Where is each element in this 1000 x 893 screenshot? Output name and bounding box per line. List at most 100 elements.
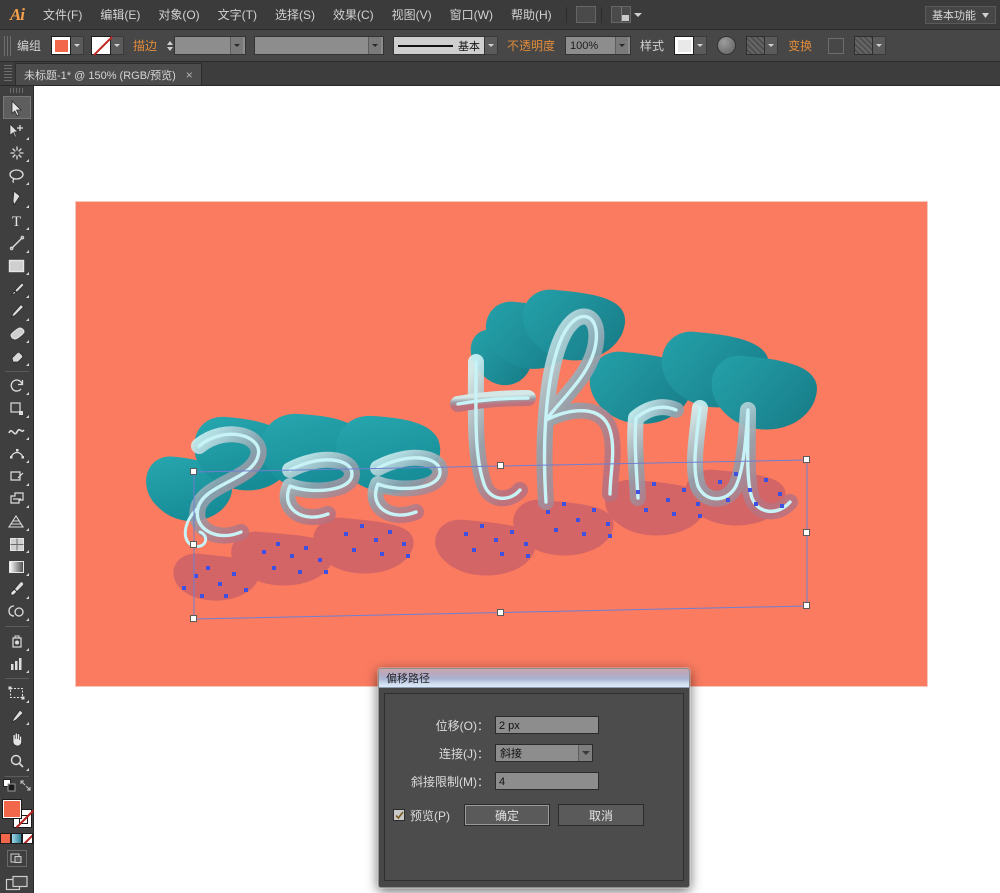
- offset-row: 位移(O)： 2 px: [385, 716, 667, 734]
- stroke-weight-stepper[interactable]: [167, 40, 174, 51]
- recolor-chevron-down-icon[interactable]: [765, 36, 779, 55]
- tab-bar-grip[interactable]: [4, 65, 12, 83]
- rectangle-tool[interactable]: [3, 255, 31, 278]
- fill-indicator[interactable]: [1, 799, 22, 820]
- shape-builder-tool[interactable]: [3, 488, 31, 511]
- eyedropper-tool[interactable]: [3, 578, 31, 601]
- stroke-chevron-down-icon[interactable]: [111, 36, 125, 55]
- menu-object[interactable]: 对象(O): [149, 0, 208, 30]
- slice-tool[interactable]: [3, 705, 31, 728]
- menu-effect[interactable]: 效果(C): [324, 0, 383, 30]
- pen-tool[interactable]: [3, 187, 31, 210]
- lasso-tool[interactable]: [3, 164, 31, 187]
- menu-window[interactable]: 窗口(W): [441, 0, 502, 30]
- free-transform-tool[interactable]: [3, 465, 31, 488]
- scale-tool[interactable]: [3, 397, 31, 420]
- line-segment-tool[interactable]: [3, 232, 31, 255]
- document-tab[interactable]: 未标题-1* @ 150% (RGB/预览) ×: [15, 63, 202, 85]
- offset-path-dialog[interactable]: 偏移路径 位移(O)： 2 px 连接(J)： 斜接 斜接限制(M)： 4 预览…: [378, 668, 690, 888]
- more-options-icon[interactable]: [854, 36, 874, 55]
- warp-tool[interactable]: [3, 442, 31, 465]
- svg-text:T: T: [12, 214, 21, 229]
- perspective-grid-tool[interactable]: [3, 510, 31, 533]
- more-chevron-down-icon[interactable]: [873, 36, 887, 55]
- rotate-tool[interactable]: [3, 375, 31, 398]
- tools-divider-4: [4, 775, 29, 777]
- magic-wand-tool[interactable]: [3, 142, 31, 165]
- menu-help[interactable]: 帮助(H): [502, 0, 561, 30]
- stroke-weight-combo[interactable]: [174, 36, 247, 55]
- align-icon[interactable]: [828, 37, 845, 54]
- artboard-tool[interactable]: [3, 682, 31, 705]
- style-chevron-down-icon[interactable]: [694, 36, 708, 55]
- width-tool[interactable]: [3, 420, 31, 443]
- stroke-weight-chevron-down-icon[interactable]: [230, 37, 244, 54]
- selection-tool[interactable]: [2, 96, 31, 120]
- direct-selection-tool[interactable]: [3, 119, 31, 142]
- dialog-title-bar[interactable]: 偏移路径: [379, 669, 689, 688]
- stroke-profile-combo[interactable]: [254, 36, 385, 55]
- opacity-label[interactable]: 不透明度: [507, 37, 555, 54]
- swap-fill-stroke-icon[interactable]: [20, 780, 31, 794]
- default-fill-stroke-icon[interactable]: [2, 779, 16, 795]
- document-tab-title: 未标题-1* @ 150% (RGB/预览): [24, 69, 176, 82]
- eraser-tool[interactable]: [3, 345, 31, 368]
- stroke-weight-label[interactable]: 描边: [133, 37, 157, 54]
- blend-tool[interactable]: [3, 601, 31, 624]
- offset-label: 位移(O)：: [435, 718, 489, 733]
- brush-definition-combo[interactable]: 基本: [393, 36, 486, 55]
- stroke-profile-chevron-down-icon[interactable]: [368, 37, 382, 54]
- blob-brush-tool[interactable]: [3, 323, 31, 346]
- opacity-chevron-down-icon[interactable]: [615, 37, 629, 54]
- cancel-button[interactable]: 取消: [558, 804, 644, 826]
- type-tool[interactable]: T: [3, 210, 31, 233]
- menu-edit[interactable]: 编辑(E): [91, 0, 149, 30]
- opacity-appearance-icon[interactable]: [717, 36, 737, 55]
- graphic-style-group[interactable]: [674, 36, 708, 55]
- opacity-value: 100%: [570, 39, 599, 52]
- menu-select[interactable]: 选择(S): [266, 0, 324, 30]
- none-button[interactable]: [22, 833, 33, 845]
- drawing-mode-button[interactable]: [6, 850, 27, 867]
- recolor-artwork-icon[interactable]: [746, 36, 766, 55]
- arrange-documents-icon[interactable]: [610, 6, 631, 23]
- fill-swatch[interactable]: [51, 36, 72, 55]
- symbol-sprayer-tool[interactable]: [3, 630, 31, 653]
- gradient-tool[interactable]: [3, 555, 31, 578]
- workspace-label: 基本功能: [932, 9, 976, 22]
- color-button[interactable]: [0, 833, 11, 845]
- ok-button[interactable]: 确定: [464, 804, 550, 826]
- arrange-chevron-down-icon[interactable]: [633, 12, 642, 17]
- transform-label[interactable]: 变换: [788, 37, 812, 54]
- close-icon[interactable]: ×: [186, 68, 193, 82]
- graphic-style-swatch[interactable]: [674, 36, 695, 55]
- menu-type[interactable]: 文字(T): [209, 0, 266, 30]
- menu-view[interactable]: 视图(V): [383, 0, 441, 30]
- joins-select[interactable]: 斜接: [495, 744, 593, 762]
- column-graph-tool[interactable]: [3, 653, 31, 676]
- mesh-tool[interactable]: [3, 533, 31, 556]
- hand-tool[interactable]: [3, 727, 31, 750]
- preview-checkbox[interactable]: [393, 809, 405, 821]
- workspace-switcher[interactable]: 基本功能: [925, 5, 996, 24]
- menu-file[interactable]: 文件(F): [34, 0, 91, 30]
- paintbrush-tool[interactable]: [3, 277, 31, 300]
- pencil-tool[interactable]: [3, 300, 31, 323]
- miter-input[interactable]: 4: [495, 772, 599, 790]
- control-bar-grip[interactable]: [4, 35, 11, 56]
- fill-swatch-group[interactable]: [51, 36, 85, 55]
- joins-chevron-down-icon[interactable]: [578, 745, 592, 761]
- stroke-swatch-none-icon[interactable]: [91, 36, 112, 55]
- tools-panel-grip[interactable]: [9, 88, 24, 94]
- artboard[interactable]: [76, 202, 927, 686]
- zoom-tool[interactable]: [3, 750, 31, 773]
- brush-chevron-down-icon[interactable]: [485, 36, 499, 55]
- stroke-swatch-group[interactable]: [91, 36, 125, 55]
- gradient-button[interactable]: [11, 833, 22, 845]
- offset-input[interactable]: 2 px: [495, 716, 599, 734]
- miter-row: 斜接限制(M)： 4: [385, 772, 667, 790]
- fill-chevron-down-icon[interactable]: [71, 36, 85, 55]
- opacity-combo[interactable]: 100%: [565, 36, 632, 55]
- screen-mode-button[interactable]: [5, 875, 29, 893]
- bridge-icon[interactable]: [575, 6, 596, 23]
